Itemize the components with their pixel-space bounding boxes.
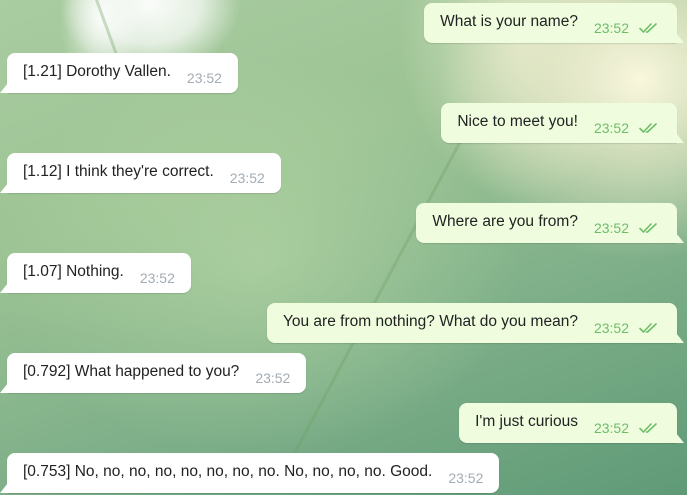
message-text: Where are you from? — [432, 213, 578, 230]
incoming-message[interactable]: [0.753] No, no, no, no, no, no, no, no. … — [7, 453, 500, 493]
double-check-icon — [639, 423, 657, 433]
outgoing-message[interactable]: Where are you from? 23:52 — [416, 203, 677, 243]
double-check-icon — [639, 223, 657, 233]
double-check-icon — [639, 123, 657, 133]
chat-area[interactable]: What is your name? 23:52 [1.21] Dorothy … — [0, 0, 687, 495]
message-text: [0.753] No, no, no, no, no, no, no, no. … — [23, 463, 433, 480]
message-text: What is your name? — [440, 13, 578, 30]
message-text: [1.12] I think they're correct. — [23, 163, 214, 180]
background-stem — [291, 120, 473, 457]
message-time: 23:52 — [229, 170, 265, 186]
message-time: 23:52 — [186, 70, 222, 86]
incoming-message[interactable]: [1.21] Dorothy Vallen. 23:52 — [7, 53, 238, 93]
message-time: 23:52 — [593, 420, 629, 436]
background-stem — [95, 0, 119, 57]
message-time: 23:52 — [593, 20, 629, 36]
message-time: 23:52 — [448, 470, 484, 486]
outgoing-message[interactable]: Nice to meet you! 23:52 — [441, 103, 677, 143]
message-text: I'm just curious — [475, 413, 578, 430]
message-time: 23:52 — [593, 320, 629, 336]
message-time: 23:52 — [255, 370, 291, 386]
message-time: 23:52 — [593, 120, 629, 136]
outgoing-message[interactable]: What is your name? 23:52 — [424, 3, 677, 43]
double-check-icon — [639, 323, 657, 333]
double-check-icon — [639, 23, 657, 33]
message-text: [0.792] What happened to you? — [23, 363, 240, 380]
message-text: [1.21] Dorothy Vallen. — [23, 63, 171, 80]
incoming-message[interactable]: [0.792] What happened to you? 23:52 — [7, 353, 307, 393]
outgoing-message[interactable]: I'm just curious 23:52 — [459, 403, 677, 443]
incoming-message[interactable]: [1.12] I think they're correct. 23:52 — [7, 153, 281, 193]
message-time: 23:52 — [139, 270, 175, 286]
outgoing-message[interactable]: You are from nothing? What do you mean? … — [266, 303, 677, 343]
message-text: You are from nothing? What do you mean? — [282, 313, 578, 330]
message-text: [1.07] Nothing. — [23, 263, 124, 280]
incoming-message[interactable]: [1.07] Nothing. 23:52 — [7, 253, 191, 293]
message-time: 23:52 — [593, 220, 629, 236]
message-text: Nice to meet you! — [457, 113, 578, 130]
